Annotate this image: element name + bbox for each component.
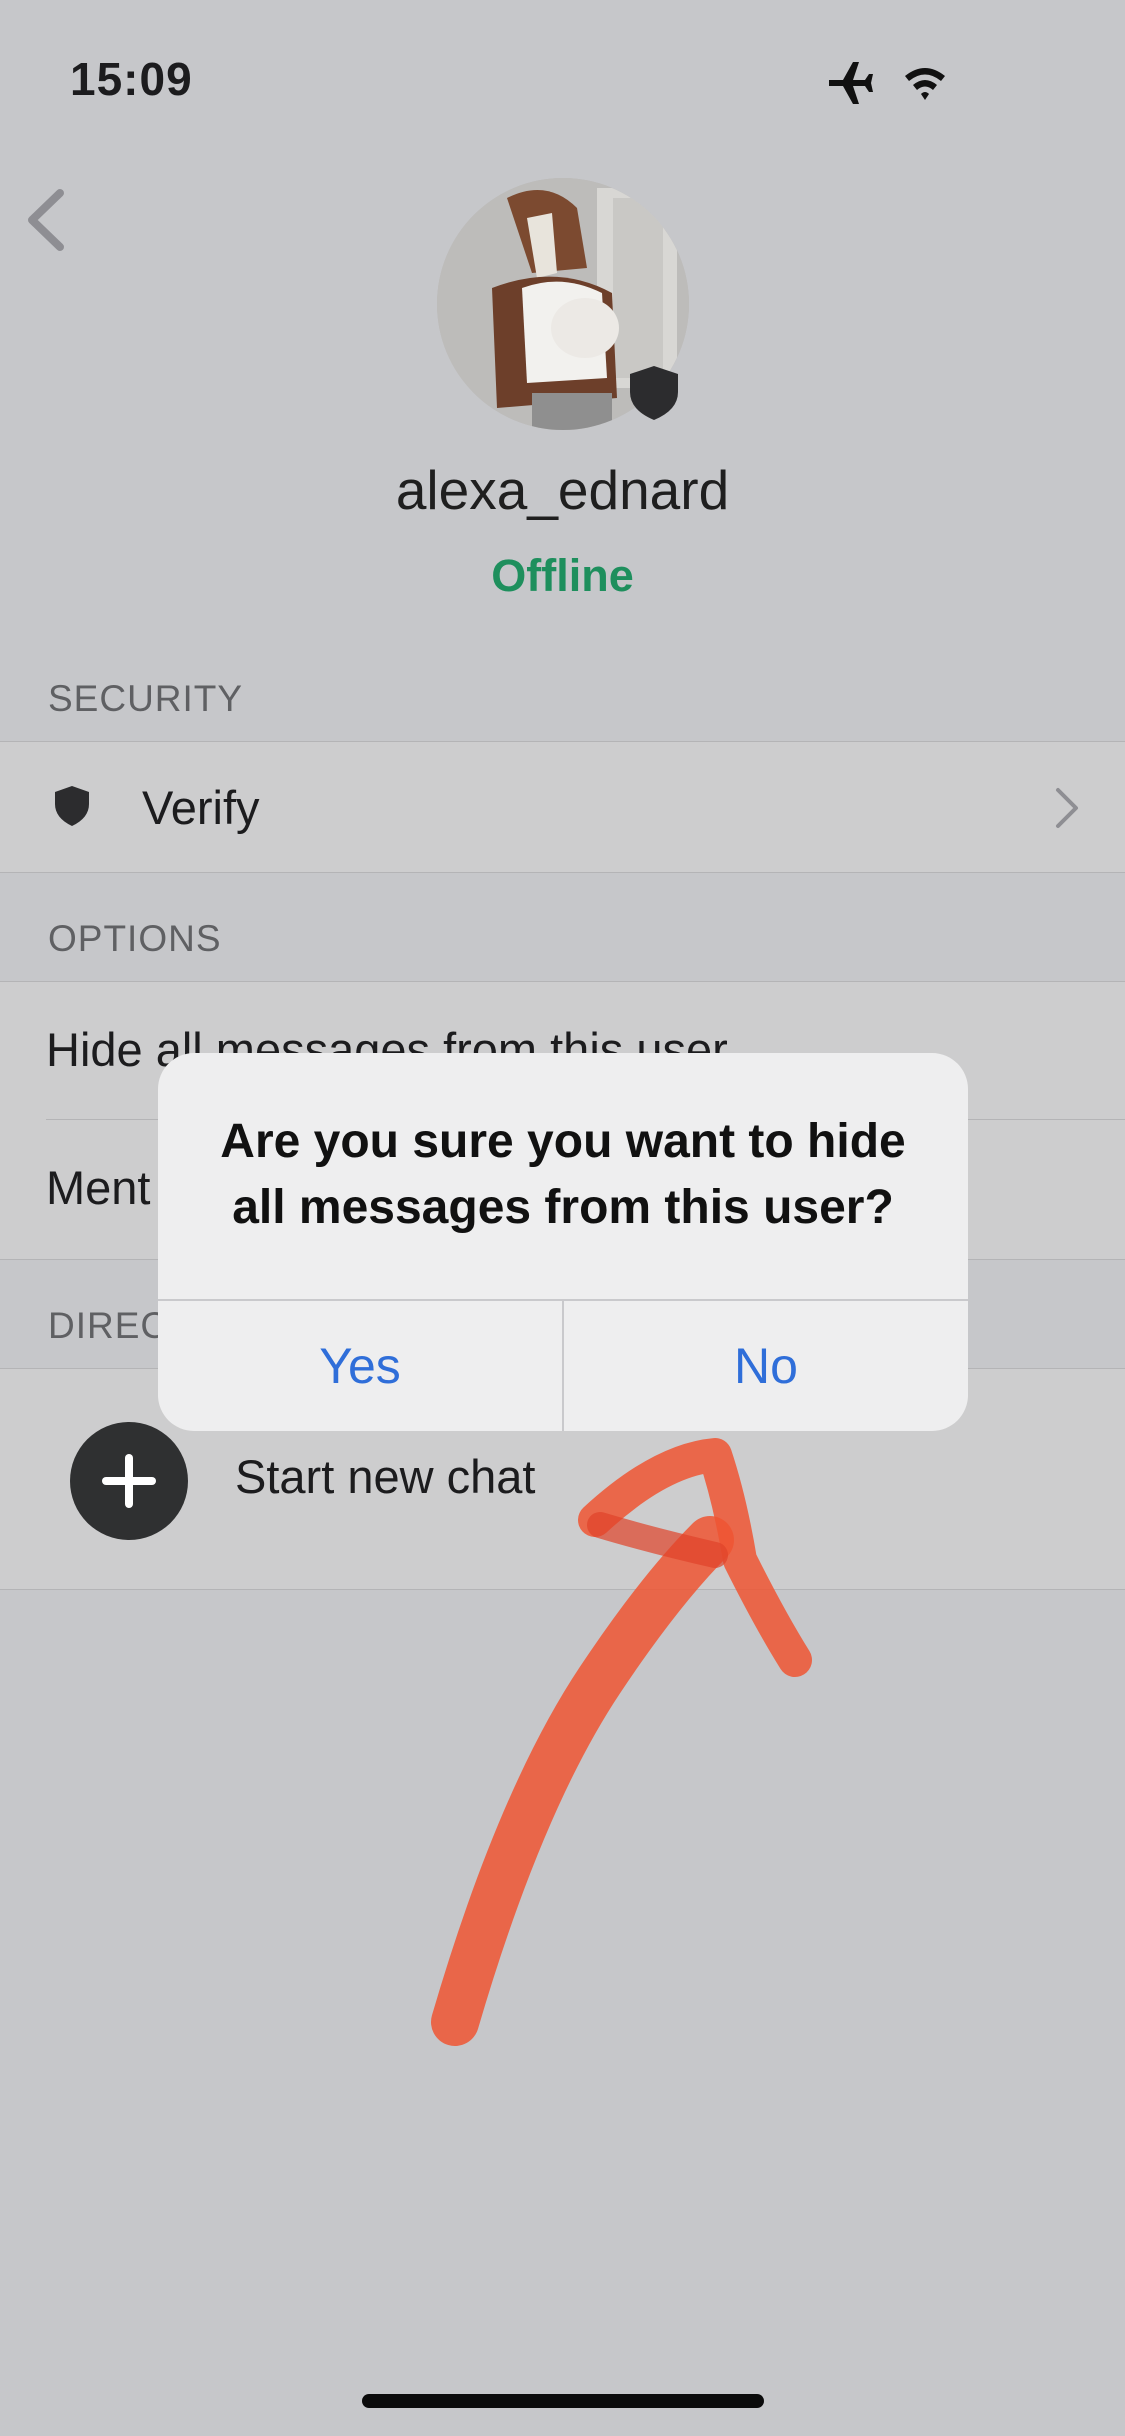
status-time: 15:09 (70, 53, 193, 105)
airplane-icon (829, 62, 873, 104)
status-icons (829, 62, 945, 104)
verified-shield-icon (630, 366, 678, 420)
home-indicator[interactable] (362, 2394, 764, 2408)
direct-section-header: DIREC (48, 1305, 169, 1346)
yes-button[interactable]: Yes (158, 1301, 562, 1431)
verify-row[interactable]: Verify (0, 741, 1125, 873)
shield-icon (55, 786, 89, 826)
profile-username: alexa_ednard (395, 459, 730, 521)
start-chat-button[interactable] (70, 1422, 188, 1540)
wifi-icon (905, 68, 945, 100)
confirm-dialog: Are you sure you want to hide all messag… (158, 1053, 968, 1431)
plus-icon (102, 1454, 156, 1508)
no-button[interactable]: No (564, 1301, 968, 1431)
verify-label: Verify (142, 781, 260, 834)
start-new-chat-label: Start new chat (235, 1450, 536, 1503)
mention-row[interactable]: Ment (46, 1160, 151, 1215)
back-chevron-icon[interactable] (22, 185, 72, 255)
security-section-header: SECURITY (48, 678, 244, 719)
dialog-title: Are you sure you want to hide all messag… (220, 1115, 906, 1234)
chevron-right-icon (1056, 788, 1078, 828)
profile-status: Offline (491, 550, 634, 601)
options-section-header: OPTIONS (48, 918, 222, 959)
